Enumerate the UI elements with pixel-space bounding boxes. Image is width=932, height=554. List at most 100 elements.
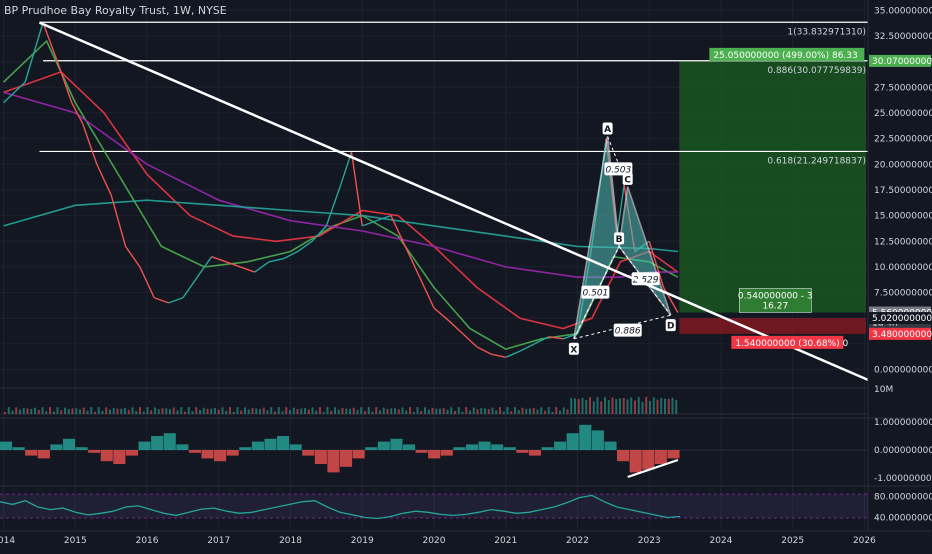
volume-bar [296, 408, 299, 414]
volume-bar [146, 407, 149, 414]
osc-bar [277, 436, 290, 450]
pattern-point-label: A [604, 125, 611, 135]
pattern-point-label: X [570, 345, 577, 355]
volume-bar [90, 407, 93, 414]
price-tick-label: 27.500000000 [874, 83, 932, 93]
volume-bar [562, 407, 565, 414]
volume-bar [154, 407, 156, 414]
volume-bar [375, 407, 378, 414]
price-segment [56, 61, 73, 103]
volume-bar [514, 407, 516, 414]
volume-bar [427, 409, 430, 414]
chart-svg: 1(33.832971310) 0.886(30.077759839) 0.618(… [0, 0, 932, 546]
osc-bar [440, 450, 453, 456]
volume-bar [97, 407, 100, 414]
volume-bar [11, 410, 14, 414]
x-tick-label: 2023 [638, 536, 661, 546]
volume-bar [472, 407, 475, 414]
volume-bar [139, 407, 141, 414]
pattern-ratio-label: 0.501 [583, 289, 609, 299]
volume-bar [94, 411, 96, 414]
osc-bar [327, 450, 340, 473]
volume-bar [566, 409, 569, 414]
volume-bar [405, 410, 408, 414]
price-tick-label: 25.000000000 [874, 109, 932, 119]
volume-bar [120, 408, 123, 414]
volume-bar [555, 407, 558, 414]
volume-bar [60, 410, 63, 414]
volume-bar [300, 408, 303, 414]
volume-bar [127, 409, 130, 414]
volume-bar [315, 410, 318, 414]
volume-bar [592, 401, 595, 414]
chart-title: BP Prudhoe Bay Royalty Trust, 1W, NYSE [4, 4, 227, 17]
volume-bar [484, 408, 486, 414]
volume-bar [532, 407, 535, 414]
volume-bar [221, 407, 224, 414]
volume-bar [277, 407, 280, 414]
price-tick-label: 17.500000000 [874, 186, 932, 196]
price-segment [325, 184, 342, 227]
volume-bar [536, 409, 539, 414]
volume-bar [142, 411, 145, 414]
osc-bar [12, 447, 25, 450]
volume-bar [660, 397, 663, 414]
price-tick-label: 15.000000000 [874, 212, 932, 222]
volume-bar [431, 407, 434, 414]
volume-bar [667, 398, 670, 414]
volume-bar [184, 411, 186, 414]
osc-bar [554, 441, 567, 450]
volume-bar [664, 398, 666, 414]
x-tick-label: 2014 [0, 536, 15, 546]
stop-zone [679, 318, 866, 334]
volume-bar [450, 407, 453, 414]
x-tick-label: 2017 [207, 536, 230, 546]
volume-bar [465, 407, 468, 414]
entry-label-line: 0.540000000 - 3 [738, 291, 813, 301]
volume-bar [551, 411, 554, 414]
price-tick-label: 22.500000000 [874, 135, 932, 145]
volume-bar [169, 409, 171, 414]
osc-bar [113, 450, 126, 464]
volume-bar [637, 397, 640, 414]
osc-bar [352, 450, 365, 459]
volume-bar [214, 407, 216, 414]
volume-bar [112, 407, 115, 414]
volume-bar [82, 407, 85, 414]
volume-bar [364, 411, 366, 414]
osc-tick-label: -1.000000000 [874, 474, 932, 484]
volume-bar [656, 399, 659, 414]
price-tick-label: 32.500000000 [874, 32, 932, 42]
volume-bar [619, 398, 621, 414]
osc-bar [503, 447, 516, 450]
volume-bar [210, 408, 213, 414]
osc-bar [491, 444, 504, 450]
osc-bar [629, 450, 642, 473]
osc-tick-label: 1.000000000 [874, 418, 932, 428]
volume-bar [589, 397, 591, 414]
volume-bar [334, 407, 336, 414]
volume-bar [544, 410, 546, 414]
volume-bar [600, 401, 603, 414]
moving-average-line [3, 70, 679, 330]
volume-bar [116, 408, 119, 414]
price-badge-label: 30.070000000 [872, 57, 932, 67]
volume-bar [270, 407, 273, 414]
volume-bar [255, 408, 258, 414]
volume-bar [45, 411, 48, 414]
x-tick-label: 2018 [279, 536, 302, 546]
volume-bar [124, 407, 126, 414]
price-badge-label: 3.480000000 [872, 330, 932, 340]
osc-bar [37, 450, 50, 459]
chart-root: 1(33.832971310) 0.886(30.077759839) 0.618(… [0, 0, 932, 550]
volume-bar [236, 407, 239, 414]
volume-bar [439, 408, 441, 414]
volume-bar [547, 407, 550, 414]
volume-bar [435, 408, 438, 414]
x-tick-label: 2025 [781, 536, 804, 546]
volume-bar [191, 411, 194, 414]
x-tick-label: 2021 [494, 536, 517, 546]
volume-bar [187, 407, 190, 414]
osc-bar [125, 450, 139, 456]
osc-bar [377, 441, 390, 450]
